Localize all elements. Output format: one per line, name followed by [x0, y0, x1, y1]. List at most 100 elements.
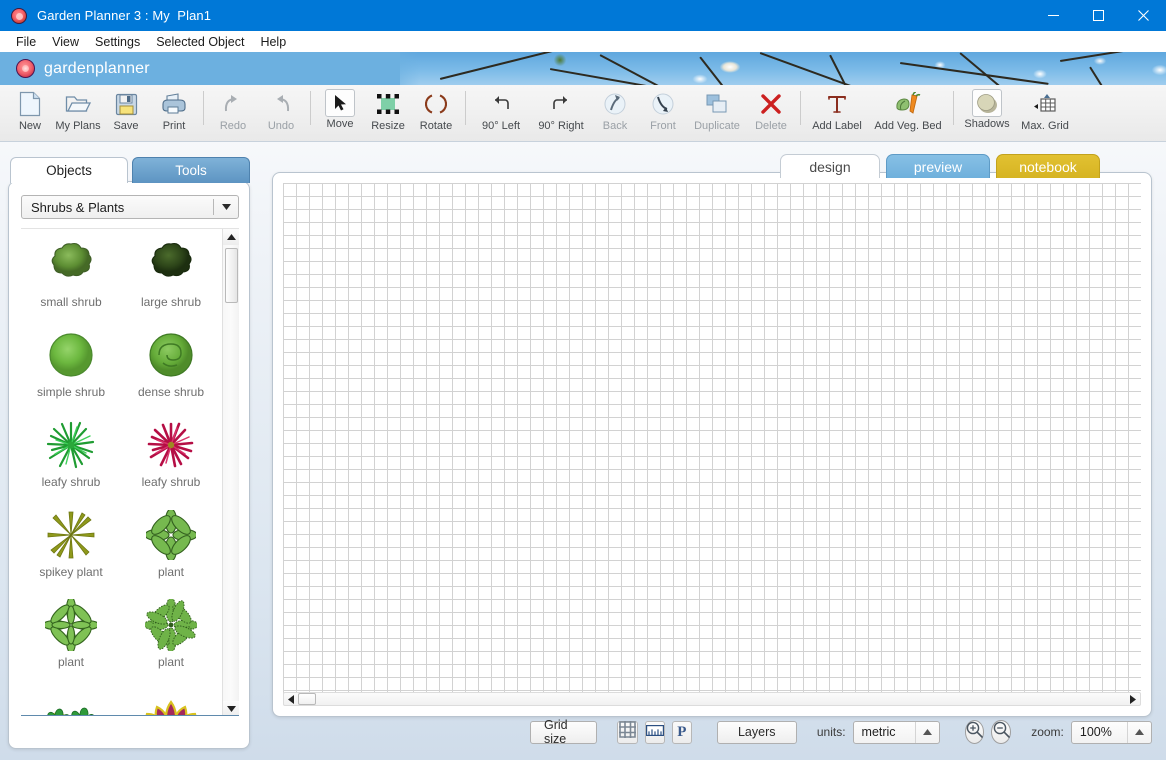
menu-file[interactable]: File	[8, 33, 44, 51]
app-flower-icon	[11, 7, 27, 24]
object-item-groundcover[interactable]: plant	[21, 679, 121, 715]
canvas-horizontal-scrollbar[interactable]	[283, 692, 1141, 706]
units-dropdown[interactable]: metric	[852, 720, 940, 744]
object-item-small-shrub[interactable]: small shrub	[21, 229, 121, 319]
plan-toggle-button[interactable]: P	[671, 720, 692, 744]
application-window: Garden Planner 3 : My Plan1 File View Se…	[0, 0, 1166, 760]
toolbar-separator	[953, 91, 954, 125]
object-item-leafy-shrub-red[interactable]: leafy shrub	[121, 409, 221, 499]
menu-bar: File View Settings Selected Object Help	[0, 31, 1166, 52]
zoom-dropdown[interactable]: 100%	[1070, 720, 1152, 744]
toolbar-my-plans-label: My Plans	[55, 120, 101, 132]
tab-objects[interactable]: Objects	[10, 157, 128, 183]
object-label: small shrub	[40, 295, 102, 309]
toolbar-max-grid[interactable]: Max. Grid	[1015, 85, 1075, 140]
toolbar-rotate-left-label: 90° Left	[481, 120, 521, 132]
plant-fern-icon	[142, 596, 200, 654]
scroll-down-icon[interactable]	[223, 701, 239, 715]
delete-x-icon	[760, 89, 782, 119]
scroll-up-icon[interactable]	[223, 229, 239, 245]
objects-grid: small shrub large shrub simple shrub den…	[21, 229, 221, 715]
toolbar-back-label: Back	[602, 120, 628, 132]
chevron-up-icon	[1126, 721, 1151, 743]
category-dropdown[interactable]: Shrubs & Plants	[21, 195, 239, 219]
toolbar-rotate[interactable]: Rotate	[412, 85, 460, 140]
close-button[interactable]	[1121, 0, 1166, 31]
tab-notebook[interactable]: notebook	[996, 154, 1100, 178]
toolbar-front[interactable]: Front	[639, 85, 687, 140]
leafy-spiky-green-icon	[42, 416, 100, 474]
vegetable-bed-icon	[894, 89, 922, 119]
menu-view[interactable]: View	[44, 33, 87, 51]
scroll-left-icon[interactable]	[284, 693, 298, 705]
flower-logo-icon	[16, 59, 35, 78]
toolbar-duplicate[interactable]: Duplicate	[687, 85, 747, 140]
object-item-dense-shrub[interactable]: dense shrub	[121, 319, 221, 409]
toolbar-resize-label: Resize	[371, 120, 405, 132]
object-label: plant	[57, 655, 85, 669]
layers-button[interactable]: Layers	[716, 720, 797, 744]
toolbar-rotate-right[interactable]: 90° Right	[531, 85, 591, 140]
shrub-round-icon	[42, 326, 100, 384]
tab-tools[interactable]: Tools	[132, 157, 250, 183]
scrollbar-thumb[interactable]	[225, 248, 238, 303]
tab-preview[interactable]: preview	[886, 154, 990, 178]
toolbar-undo-label: Undo	[267, 120, 295, 132]
object-item-plant-8point[interactable]: plant	[121, 499, 221, 589]
tab-design[interactable]: design	[780, 154, 880, 178]
groundcover-icon	[42, 686, 100, 715]
toolbar-print[interactable]: Print	[150, 85, 198, 140]
toolbar-redo[interactable]: Redo	[209, 85, 257, 140]
object-item-plant-fern[interactable]: plant	[121, 589, 221, 679]
object-item-plant-rosette[interactable]: plant	[21, 589, 121, 679]
menu-settings[interactable]: Settings	[87, 33, 148, 51]
object-item-lotus-flower[interactable]: plant	[121, 679, 221, 715]
object-label: plant	[157, 655, 185, 669]
toolbar-undo[interactable]: Undo	[257, 85, 305, 140]
window-title: Garden Planner 3 : My Plan1	[37, 8, 212, 23]
zoom-in-button[interactable]	[965, 720, 985, 744]
floppy-disk-icon	[115, 89, 138, 119]
objects-list: small shrub large shrub simple shrub den…	[21, 228, 239, 716]
brand-name: gardenplanner	[44, 59, 150, 77]
maximize-button[interactable]	[1076, 0, 1121, 31]
object-label: large shrub	[140, 295, 202, 309]
toolbar-delete[interactable]: Delete	[747, 85, 795, 140]
object-item-leafy-shrub-green[interactable]: leafy shrub	[21, 409, 121, 499]
toolbar-shadows[interactable]: Shadows	[959, 85, 1015, 140]
zoom-value: 100%	[1079, 725, 1112, 739]
toolbar-add-label[interactable]: Add Label	[806, 85, 868, 140]
object-item-simple-shrub[interactable]: simple shrub	[21, 319, 121, 409]
toolbar-save[interactable]: Save	[102, 85, 150, 140]
spikey-star-icon	[42, 506, 100, 564]
scroll-right-icon[interactable]	[1126, 693, 1140, 705]
object-item-large-shrub[interactable]: large shrub	[121, 229, 221, 319]
grid-toggle-button[interactable]	[617, 720, 638, 744]
objects-scrollbar[interactable]	[222, 229, 239, 715]
hscrollbar-thumb[interactable]	[298, 693, 316, 705]
menu-selected-object[interactable]: Selected Object	[148, 33, 252, 51]
toolbar-back[interactable]: Back	[591, 85, 639, 140]
toolbar-add-veg-bed-text: Add Veg. Bed	[874, 120, 942, 132]
minimize-button[interactable]	[1031, 0, 1076, 31]
ruler-toggle-button[interactable]	[644, 720, 665, 744]
cursor-arrow-icon	[325, 89, 355, 117]
menu-help[interactable]: Help	[252, 33, 294, 51]
toolbar-move[interactable]: Move	[316, 85, 364, 140]
brand-logo: gardenplanner	[16, 59, 150, 78]
grid-size-button[interactable]: Grid size	[530, 718, 598, 746]
toolbar-add-veg-bed[interactable]: Add Veg. Bed	[868, 85, 948, 140]
toolbar-my-plans[interactable]: My Plans	[54, 85, 102, 140]
object-label: leafy shrub	[41, 475, 101, 489]
plan-p-icon: P	[677, 723, 687, 740]
text-label-icon	[826, 89, 848, 119]
toolbar-new[interactable]: New	[6, 85, 54, 140]
toolbar-resize[interactable]: Resize	[364, 85, 412, 140]
toolbar-delete-label: Delete	[755, 120, 787, 132]
grid-toggle-icon	[618, 721, 636, 743]
design-grid-canvas[interactable]	[283, 183, 1141, 694]
toolbar-move-label: Move	[326, 118, 354, 130]
object-item-spikey-plant[interactable]: spikey plant	[21, 499, 121, 589]
toolbar-rotate-left[interactable]: 90° Left	[471, 85, 531, 140]
zoom-out-button[interactable]	[991, 720, 1011, 744]
